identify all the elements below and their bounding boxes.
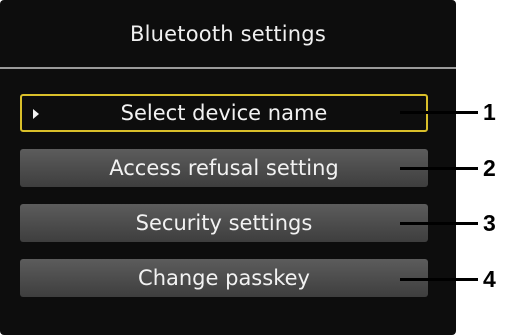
lcd-screen: Bluetooth settings Select device name Ac… — [0, 0, 456, 335]
callout-number-4: 4 — [483, 266, 496, 292]
callout-line-1 — [400, 111, 478, 114]
menu-item-access-refusal-setting[interactable]: Access refusal setting — [20, 149, 428, 187]
menu-item-select-device-name[interactable]: Select device name — [20, 94, 428, 132]
callout-number-2: 2 — [483, 155, 496, 181]
callout-line-4 — [400, 278, 478, 281]
menu-item-label: Security settings — [135, 211, 313, 235]
menu-item-label: Select device name — [120, 101, 328, 125]
menu-item-label: Change passkey — [138, 266, 310, 290]
callout-line-3 — [400, 222, 478, 225]
screen-title: Bluetooth settings — [130, 22, 326, 46]
menu-item-label: Access refusal setting — [109, 156, 339, 180]
callout-line-2 — [400, 167, 478, 170]
callout-number-3: 3 — [483, 210, 496, 236]
menu-item-security-settings[interactable]: Security settings — [20, 204, 428, 242]
title-divider — [0, 67, 456, 69]
cursor-arrow-icon — [33, 109, 39, 119]
menu-item-change-passkey[interactable]: Change passkey — [20, 259, 428, 297]
callout-number-1: 1 — [483, 99, 496, 125]
